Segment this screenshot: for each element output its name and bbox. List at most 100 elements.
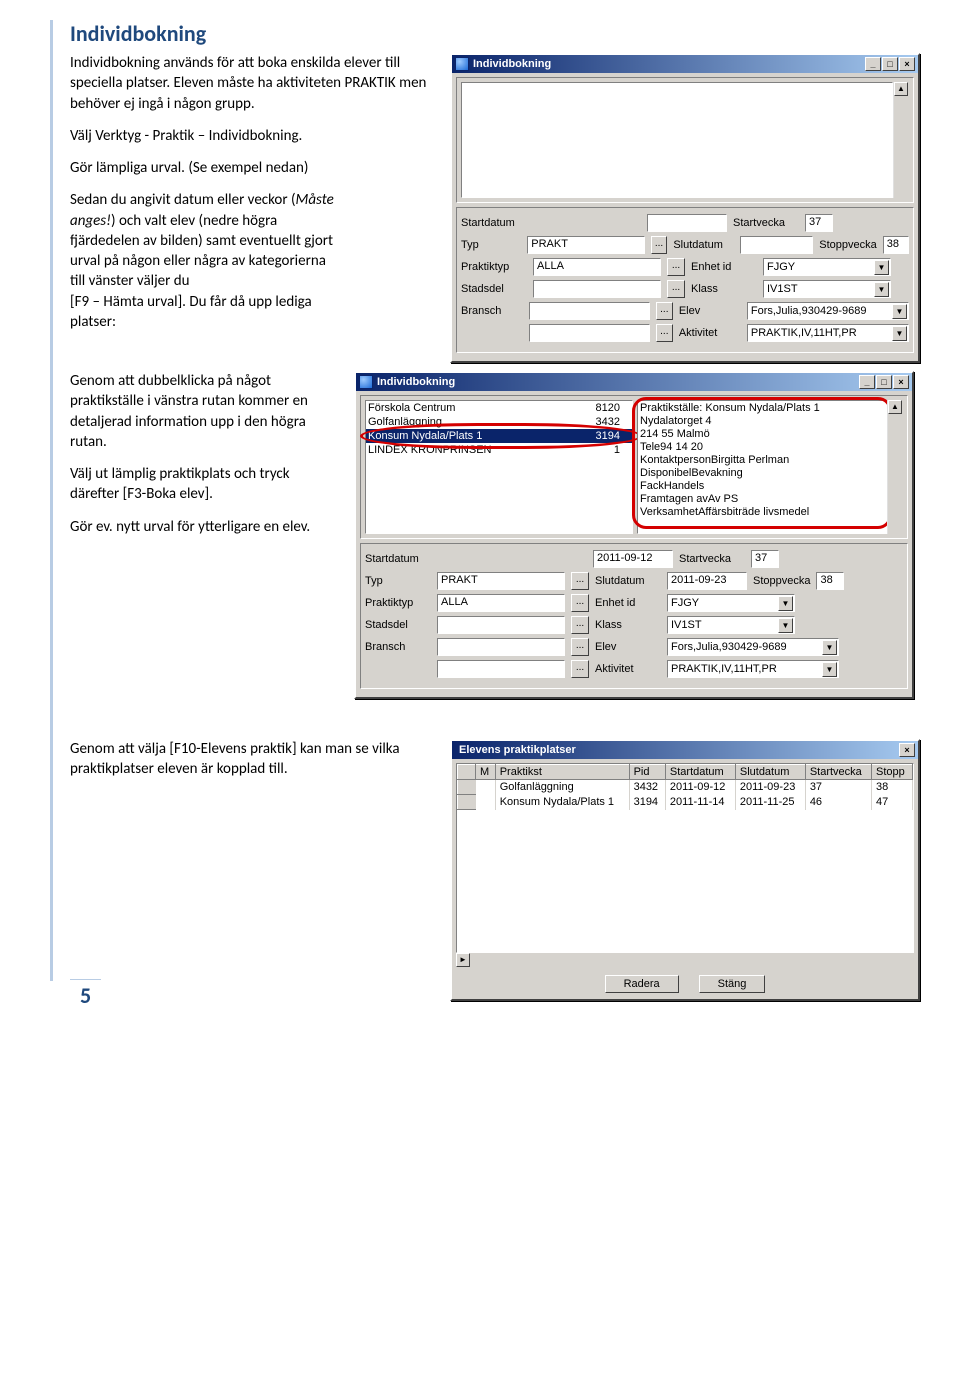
select-klass[interactable]: IV1ST▼: [763, 280, 891, 298]
input-extra[interactable]: [529, 324, 650, 342]
label-stoppvecka: Stoppvecka: [753, 575, 810, 587]
chevron-down-icon[interactable]: ▼: [778, 618, 793, 633]
label-typ: Typ: [461, 239, 521, 251]
input-startvecka[interactable]: 37: [805, 214, 833, 232]
browse-button[interactable]: ...: [571, 638, 589, 656]
scrollbar[interactable]: ▲: [893, 82, 909, 198]
browse-button[interactable]: ...: [571, 594, 589, 612]
table-header[interactable]: Startvecka: [805, 765, 871, 780]
label-typ: Typ: [365, 575, 431, 587]
close-button[interactable]: ×: [899, 743, 915, 757]
chevron-down-icon[interactable]: ▼: [892, 326, 907, 341]
browse-button[interactable]: ...: [656, 302, 673, 320]
list-item[interactable]: LINDEX KRONPRINSEN1: [366, 443, 632, 457]
scrollbar-h[interactable]: ◄ ►: [456, 953, 914, 969]
input-praktiktyp[interactable]: ALLA: [533, 258, 661, 276]
input-startvecka[interactable]: 37: [751, 550, 779, 568]
app-icon: [455, 57, 469, 71]
chevron-down-icon[interactable]: ▼: [874, 260, 889, 275]
label-aktivitet: Aktivitet: [595, 663, 661, 675]
scrollbar[interactable]: ▲: [887, 400, 903, 534]
table-header[interactable]: Praktikst: [495, 765, 629, 780]
table-header[interactable]: M: [476, 765, 496, 780]
scroll-right-icon[interactable]: ►: [456, 953, 470, 967]
input-slutdatum[interactable]: [740, 236, 814, 254]
table-header[interactable]: Startdatum: [665, 765, 735, 780]
browse-button[interactable]: ...: [571, 572, 589, 590]
table-header[interactable]: Slutdatum: [735, 765, 805, 780]
chevron-down-icon[interactable]: ▼: [892, 304, 907, 319]
input-stadsdel[interactable]: [533, 280, 661, 298]
places-list[interactable]: Förskola Centrum8120Golfanläggning3432Ko…: [365, 400, 633, 534]
select-elev[interactable]: Fors,Julia,930429-9689▼: [747, 302, 909, 320]
browse-button[interactable]: ...: [571, 616, 589, 634]
info-line: DisponibelBevakning: [640, 467, 884, 480]
input-slutdatum[interactable]: 2011-09-23: [667, 572, 747, 590]
heading-individbokning: Individbokning: [70, 20, 920, 47]
list-item[interactable]: Golfanläggning3432: [366, 415, 632, 429]
maximize-button[interactable]: □: [882, 57, 898, 71]
label-startvecka: Startvecka: [733, 217, 799, 229]
window-praktikplatser: Elevens praktikplatser × MPraktikstPidSt…: [450, 739, 920, 1001]
select-enhetid[interactable]: FJGY▼: [667, 594, 795, 612]
table-row[interactable]: Konsum Nydala/Plats 131942011-11-142011-…: [458, 795, 913, 810]
list-item[interactable]: Konsum Nydala/Plats 13194: [366, 429, 632, 443]
chevron-down-icon[interactable]: ▼: [822, 640, 837, 655]
table-header[interactable]: Pid: [629, 765, 665, 780]
label-slutdatum: Slutdatum: [673, 239, 733, 251]
chevron-down-icon[interactable]: ▼: [822, 662, 837, 677]
stang-button[interactable]: Stäng: [699, 975, 766, 993]
label-slutdatum: Slutdatum: [595, 575, 661, 587]
label-elev: Elev: [679, 305, 741, 317]
input-extra[interactable]: [437, 660, 565, 678]
window-title: Individbokning: [377, 376, 855, 388]
input-startdatum[interactable]: [647, 214, 727, 232]
label-stadsdel: Stadsdel: [365, 619, 431, 631]
titlebar[interactable]: Individbokning _ □ ×: [356, 373, 912, 391]
label-bransch: Bransch: [365, 641, 431, 653]
select-aktivitet[interactable]: PRAKTIK,IV,11HT,PR▼: [747, 324, 909, 342]
chevron-down-icon[interactable]: ▼: [778, 596, 793, 611]
browse-button[interactable]: ...: [656, 324, 673, 342]
info-line: Tele94 14 20: [640, 441, 884, 454]
select-elev[interactable]: Fors,Julia,930429-9689▼: [667, 638, 839, 656]
select-aktivitet[interactable]: PRAKTIK,IV,11HT,PR▼: [667, 660, 839, 678]
close-button[interactable]: ×: [893, 375, 909, 389]
browse-button[interactable]: ...: [571, 660, 589, 678]
table-row[interactable]: Golfanläggning34322011-09-122011-09-2337…: [458, 780, 913, 795]
select-enhetid[interactable]: FJGY▼: [763, 258, 891, 276]
minimize-button[interactable]: _: [865, 57, 881, 71]
chevron-down-icon[interactable]: ▼: [874, 282, 889, 297]
scroll-up-icon[interactable]: ▲: [894, 82, 908, 96]
label-stoppvecka: Stoppvecka: [819, 239, 876, 251]
close-button[interactable]: ×: [899, 57, 915, 71]
input-startdatum[interactable]: 2011-09-12: [593, 550, 673, 568]
browse-button[interactable]: ...: [667, 280, 685, 298]
maximize-button[interactable]: □: [876, 375, 892, 389]
paragraph-intro: Individbokning används för att boka ensk…: [70, 53, 436, 114]
label-stadsdel: Stadsdel: [461, 283, 527, 295]
input-bransch[interactable]: [437, 638, 565, 656]
browse-button[interactable]: ...: [651, 236, 668, 254]
radera-button[interactable]: Radera: [605, 975, 679, 993]
scroll-up-icon[interactable]: ▲: [888, 400, 902, 414]
input-typ[interactable]: PRAKT: [437, 572, 565, 590]
praktik-table: MPraktikstPidStartdatumSlutdatumStartvec…: [456, 763, 914, 953]
input-stoppvecka[interactable]: 38: [816, 572, 844, 590]
select-klass[interactable]: IV1ST▼: [667, 616, 795, 634]
info-line: KontaktpersonBirgitta Perlman: [640, 454, 884, 467]
minimize-button[interactable]: _: [859, 375, 875, 389]
browse-button[interactable]: ...: [667, 258, 685, 276]
list-pane-empty: [461, 82, 893, 198]
titlebar[interactable]: Individbokning _ □ ×: [452, 55, 918, 73]
titlebar[interactable]: Elevens praktikplatser ×: [452, 741, 918, 759]
input-stadsdel[interactable]: [437, 616, 565, 634]
input-praktiktyp[interactable]: ALLA: [437, 594, 565, 612]
input-bransch[interactable]: [529, 302, 650, 320]
table-header[interactable]: Stopp: [871, 765, 912, 780]
info-line: VerksamhetAffärsbiträde livsmedel: [640, 506, 884, 519]
input-stoppvecka[interactable]: 38: [883, 236, 909, 254]
label-praktiktyp: Praktiktyp: [461, 261, 527, 273]
input-typ[interactable]: PRAKT: [527, 236, 645, 254]
list-item[interactable]: Förskola Centrum8120: [366, 401, 632, 415]
